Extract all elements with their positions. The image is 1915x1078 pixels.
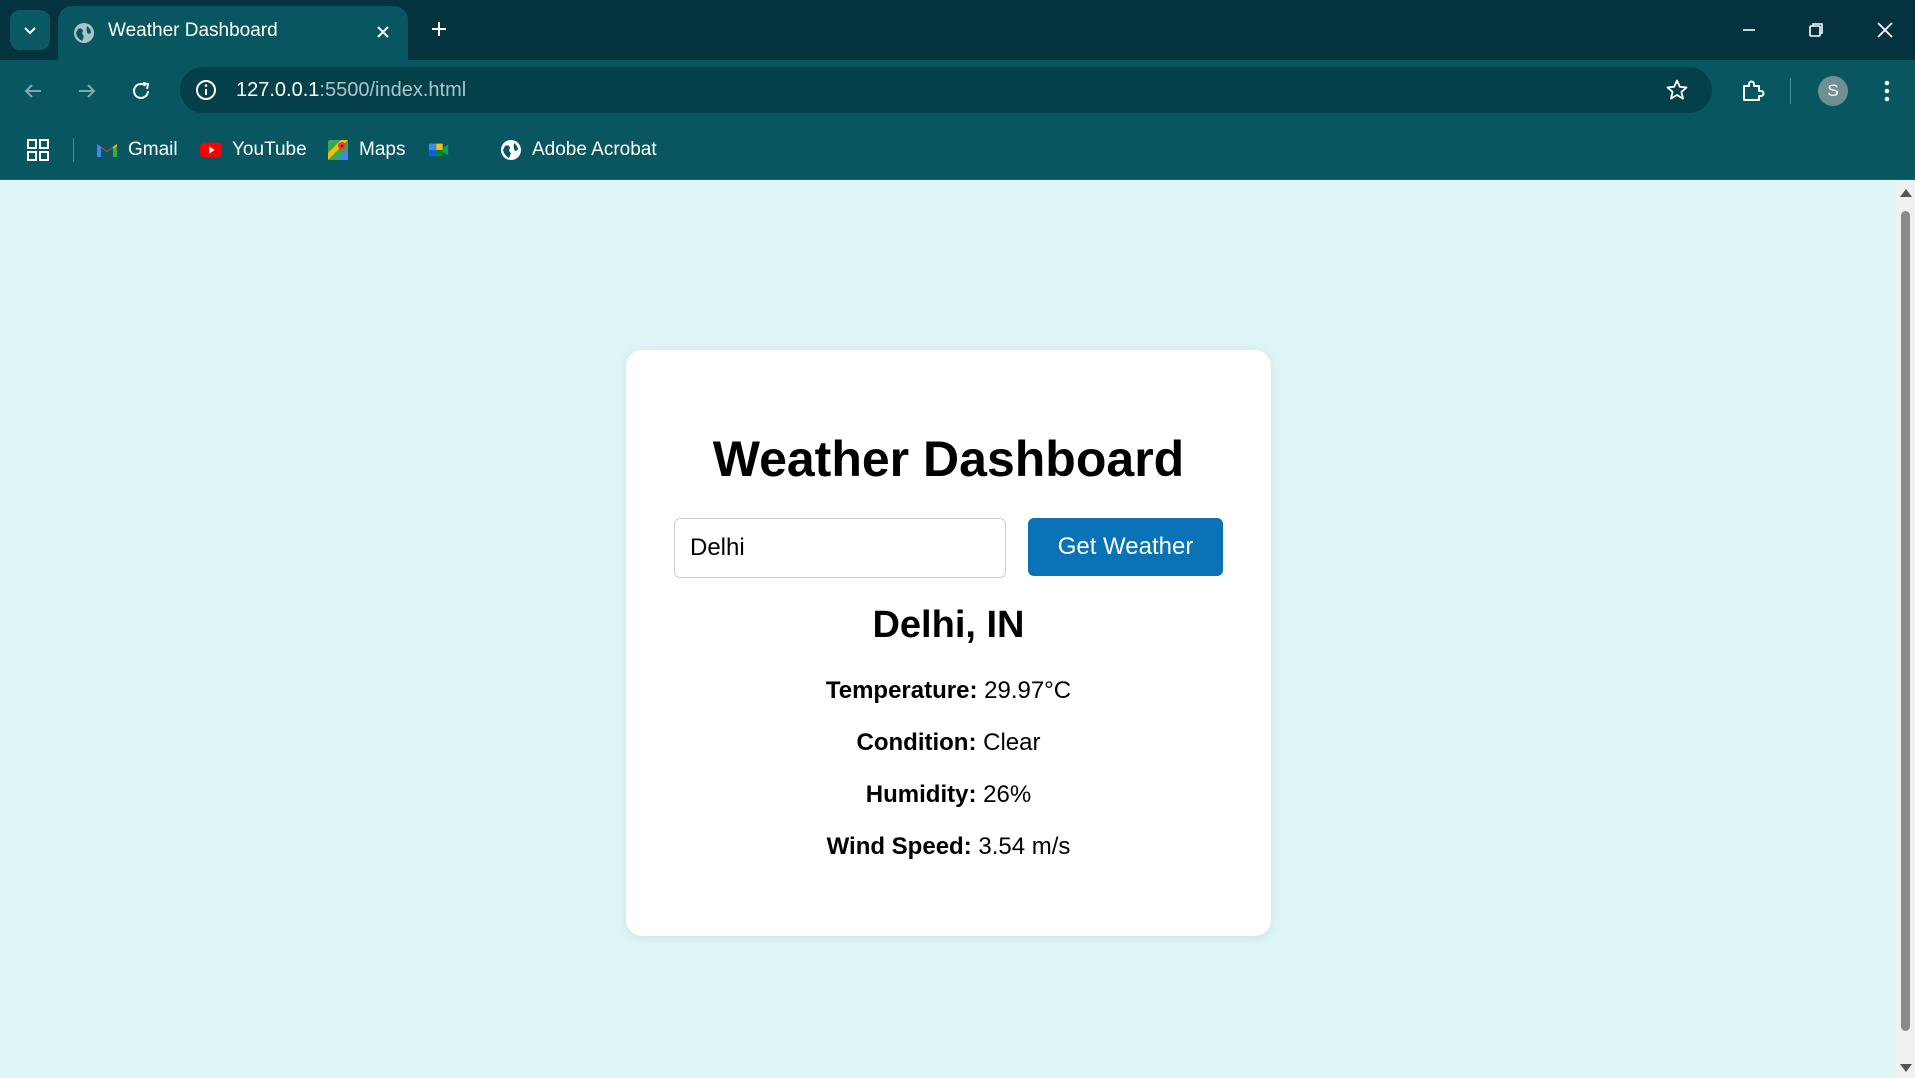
profile-button[interactable]: S [1816, 74, 1850, 108]
wind-speed-row: Wind Speed: 3.54 m/s [626, 833, 1271, 861]
avatar: S [1818, 76, 1848, 106]
temperature-row: Temperature: 29.97°C [626, 677, 1271, 705]
bookmark-star-button[interactable] [1664, 77, 1690, 103]
tab-title: Weather Dashboard [108, 20, 278, 41]
info-icon [196, 80, 216, 100]
scroll-down-arrow[interactable] [1900, 1064, 1912, 1072]
bookmark-youtube[interactable]: YouTube [200, 136, 307, 164]
toolbar-divider [1790, 78, 1791, 104]
apps-grid-icon [27, 139, 49, 161]
url-text[interactable]: 127.0.0.1:5500/index.html [236, 79, 466, 102]
close-icon [377, 26, 389, 38]
wind-speed-value: 3.54 m/s [978, 833, 1071, 860]
forward-button[interactable] [70, 74, 104, 108]
weather-card: Weather Dashboard Get Weather Delhi, IN … [626, 350, 1271, 936]
city-search-input[interactable] [674, 518, 1006, 578]
close-tab-button[interactable] [370, 19, 396, 45]
bookmark-label: YouTube [232, 139, 307, 160]
page-title: Weather Dashboard [712, 431, 1185, 487]
url-host: 127.0.0.1 [236, 79, 320, 101]
condition-label: Condition: [856, 729, 977, 756]
reload-icon [133, 82, 150, 99]
scroll-up-arrow[interactable] [1900, 189, 1912, 197]
globe-icon [74, 23, 94, 43]
city-name: Delhi, IN [872, 604, 1025, 646]
more-vertical-icon [1884, 80, 1890, 102]
plus-icon [432, 22, 446, 36]
tab-bar: Weather Dashboard [0, 0, 1915, 60]
bookmark-label: Adobe Acrobat [532, 139, 657, 160]
gmail-icon [96, 139, 118, 161]
restore-icon [1809, 23, 1823, 37]
wind-speed-label: Wind Speed: [826, 833, 972, 860]
site-info-button[interactable] [194, 78, 218, 102]
bookmark-maps[interactable]: Maps [327, 136, 405, 164]
back-button[interactable] [16, 74, 50, 108]
arrow-left-icon [24, 84, 41, 98]
extensions-button[interactable] [1736, 74, 1770, 108]
scroll-thumb[interactable] [1901, 211, 1910, 1031]
reload-button[interactable] [124, 74, 158, 108]
new-tab-button[interactable] [424, 14, 454, 44]
bookmarks-bar: Gmail YouTube Maps Adobe Acrobat [0, 120, 1915, 180]
close-window-button[interactable] [1868, 14, 1902, 46]
apps-button[interactable] [26, 136, 50, 164]
bookmark-adobe-acrobat[interactable]: Adobe Acrobat [500, 136, 657, 164]
star-icon [1666, 79, 1688, 100]
url-path: :5500/index.html [319, 79, 467, 101]
menu-button[interactable] [1870, 74, 1904, 108]
close-icon [1877, 22, 1893, 38]
bookmark-google-meet[interactable] [428, 136, 460, 164]
chevron-down-icon [24, 27, 36, 35]
condition-value: Clear [983, 729, 1041, 756]
browser-toolbar: 127.0.0.1:5500/index.html S [0, 60, 1915, 120]
minimize-button[interactable] [1732, 14, 1766, 46]
youtube-icon [200, 139, 222, 161]
temperature-value: 29.97°C [984, 677, 1072, 704]
humidity-label: Humidity: [865, 781, 977, 808]
humidity-value: 26% [983, 781, 1032, 808]
globe-icon [500, 139, 522, 161]
address-bar[interactable]: 127.0.0.1:5500/index.html [180, 67, 1712, 113]
temperature-label: Temperature: [825, 677, 978, 704]
arrow-right-icon [79, 84, 96, 98]
tab-search-button[interactable] [10, 10, 50, 50]
bookmark-label: Gmail [128, 139, 178, 160]
humidity-row: Humidity: 26% [626, 781, 1271, 809]
restore-button[interactable] [1799, 14, 1833, 46]
condition-row: Condition: Clear [626, 729, 1271, 757]
google-meet-icon [428, 139, 450, 161]
vertical-scrollbar[interactable] [1896, 181, 1915, 1078]
tab-weather-dashboard[interactable]: Weather Dashboard [58, 6, 408, 60]
avatar-initial: S [1827, 81, 1839, 100]
puzzle-icon [1743, 80, 1765, 101]
get-weather-button[interactable]: Get Weather [1028, 518, 1223, 576]
bookmark-gmail[interactable]: Gmail [96, 136, 178, 164]
maps-icon [327, 139, 349, 161]
bookmarks-divider [73, 138, 74, 162]
minimize-icon [1743, 29, 1755, 31]
bookmark-label: Maps [359, 139, 406, 160]
